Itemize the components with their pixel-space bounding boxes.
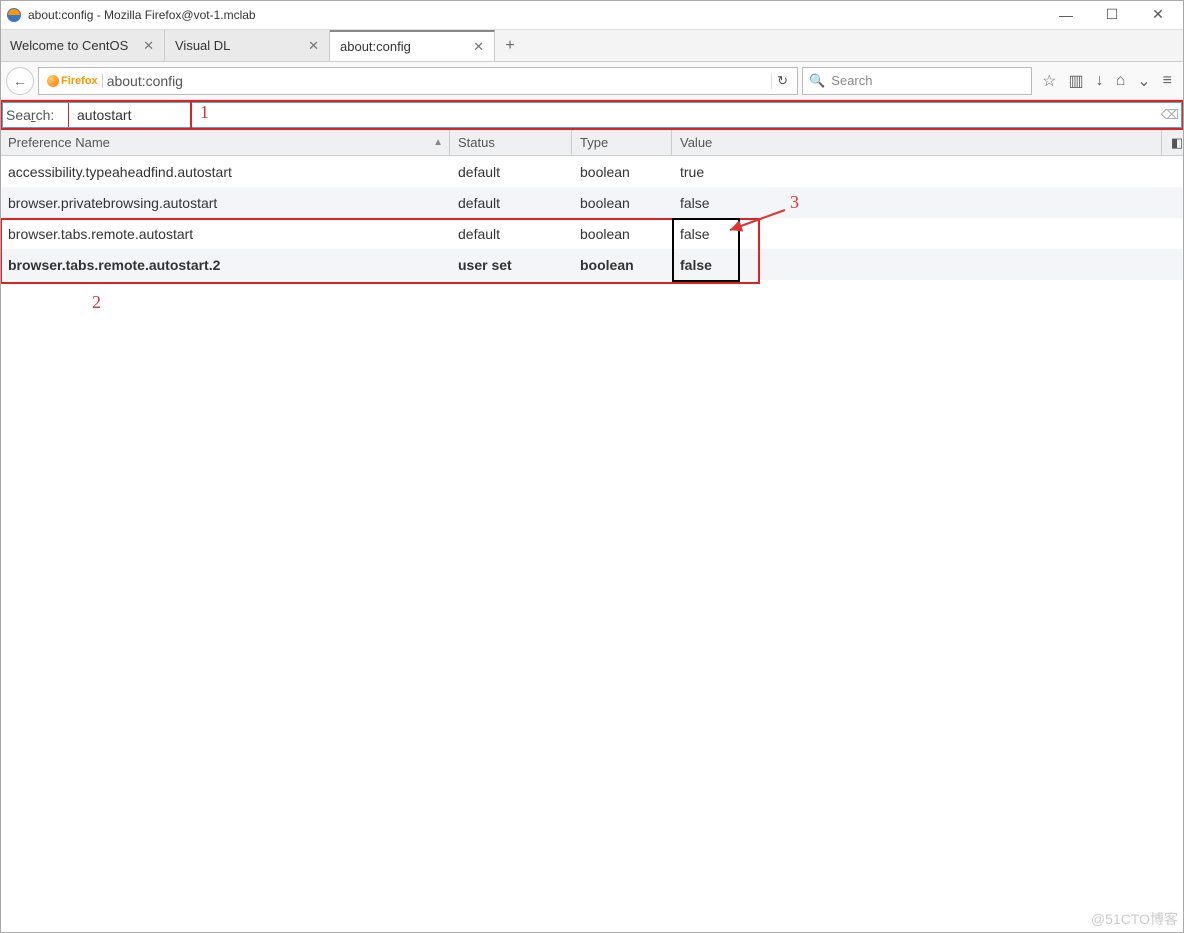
close-tab-icon[interactable]: ✕ — [308, 38, 319, 54]
cell-name: browser.tabs.remote.autostart.2 — [0, 257, 450, 273]
watermark: @51CTO博客 — [1091, 909, 1178, 929]
menu-icon[interactable]: ≡ — [1163, 72, 1172, 90]
window-titlebar: about:config - Mozilla Firefox@vot-1.mcl… — [0, 0, 1184, 30]
sort-asc-icon: ▲ — [433, 137, 443, 148]
cell-name: browser.tabs.remote.autostart — [0, 226, 450, 242]
close-tab-icon[interactable]: ✕ — [143, 38, 154, 54]
cell-status: user set — [450, 257, 572, 273]
window-title: about:config - Mozilla Firefox@vot-1.mcl… — [28, 8, 1052, 22]
cell-type: boolean — [572, 164, 672, 180]
cell-type: boolean — [572, 257, 672, 273]
annotation-3: 3 — [790, 192, 799, 213]
minimize-button[interactable]: — — [1052, 7, 1080, 23]
annotation-2: 2 — [92, 292, 101, 313]
tab-label: about:config — [340, 39, 411, 54]
column-value[interactable]: Value — [672, 130, 1162, 155]
pocket-icon[interactable]: ⌄ — [1137, 71, 1150, 91]
cell-value: false — [672, 226, 1184, 242]
cell-status: default — [450, 195, 572, 211]
url-bar[interactable]: Firefox about:config ↻ — [38, 67, 798, 95]
back-button[interactable]: ← — [6, 67, 34, 95]
new-tab-button[interactable]: + — [495, 30, 525, 61]
cell-status: default — [450, 226, 572, 242]
tab-centos[interactable]: Welcome to CentOS ✕ — [0, 30, 165, 61]
cell-type: boolean — [572, 195, 672, 211]
home-icon[interactable]: ⌂ — [1116, 72, 1126, 90]
url-text: about:config — [107, 73, 183, 89]
cell-name: accessibility.typeaheadfind.autostart — [0, 164, 450, 180]
navigation-toolbar: ← Firefox about:config ↻ 🔍 Search ☆ ▥ ↓ … — [0, 62, 1184, 100]
config-search-input[interactable] — [69, 103, 1159, 127]
tab-about-config[interactable]: about:config ✕ — [330, 30, 495, 61]
table-row[interactable]: browser.privatebrowsing.autostart defaul… — [0, 187, 1184, 218]
cell-value: true — [672, 164, 1184, 180]
clear-search-icon[interactable]: ⌫ — [1159, 107, 1181, 123]
tab-bar: Welcome to CentOS ✕ Visual DL ✕ about:co… — [0, 30, 1184, 62]
identity-badge[interactable]: Firefox — [43, 74, 103, 88]
reload-button[interactable]: ↻ — [771, 73, 793, 89]
table-row[interactable]: browser.tabs.remote.autostart default bo… — [0, 218, 1184, 249]
column-picker-icon[interactable]: ◧ — [1162, 130, 1184, 155]
close-tab-icon[interactable]: ✕ — [473, 39, 484, 55]
tab-label: Welcome to CentOS — [10, 38, 128, 53]
search-icon: 🔍 — [809, 73, 825, 89]
search-bar[interactable]: 🔍 Search — [802, 67, 1032, 95]
tab-label: Visual DL — [175, 38, 230, 53]
identity-label: Firefox — [61, 75, 98, 87]
cell-status: default — [450, 164, 572, 180]
search-label: Search: — [3, 103, 69, 127]
preferences-table: accessibility.typeaheadfind.autostart de… — [0, 156, 1184, 280]
column-preference-name[interactable]: Preference Name ▲ — [0, 130, 450, 155]
table-row[interactable]: accessibility.typeaheadfind.autostart de… — [0, 156, 1184, 187]
annotation-1: 1 — [200, 102, 209, 123]
config-search-row: Search: ⌫ — [0, 100, 1184, 130]
close-button[interactable]: ✕ — [1144, 6, 1172, 23]
column-type[interactable]: Type — [572, 130, 672, 155]
table-header: Preference Name ▲ Status Type Value ◧ — [0, 130, 1184, 156]
bookmark-star-icon[interactable]: ☆ — [1042, 71, 1056, 91]
library-icon[interactable]: ▥ — [1068, 71, 1083, 91]
cell-value: false — [672, 195, 1184, 211]
tab-visual-dl[interactable]: Visual DL ✕ — [165, 30, 330, 61]
maximize-button[interactable]: ☐ — [1098, 6, 1126, 23]
search-placeholder: Search — [831, 73, 872, 88]
table-row[interactable]: browser.tabs.remote.autostart.2 user set… — [0, 249, 1184, 280]
cell-value: false — [672, 257, 1184, 273]
cell-type: boolean — [572, 226, 672, 242]
downloads-icon[interactable]: ↓ — [1096, 72, 1104, 90]
cell-name: browser.privatebrowsing.autostart — [0, 195, 450, 211]
firefox-logo-icon — [47, 75, 59, 87]
firefox-icon — [6, 7, 22, 23]
column-status[interactable]: Status — [450, 130, 572, 155]
